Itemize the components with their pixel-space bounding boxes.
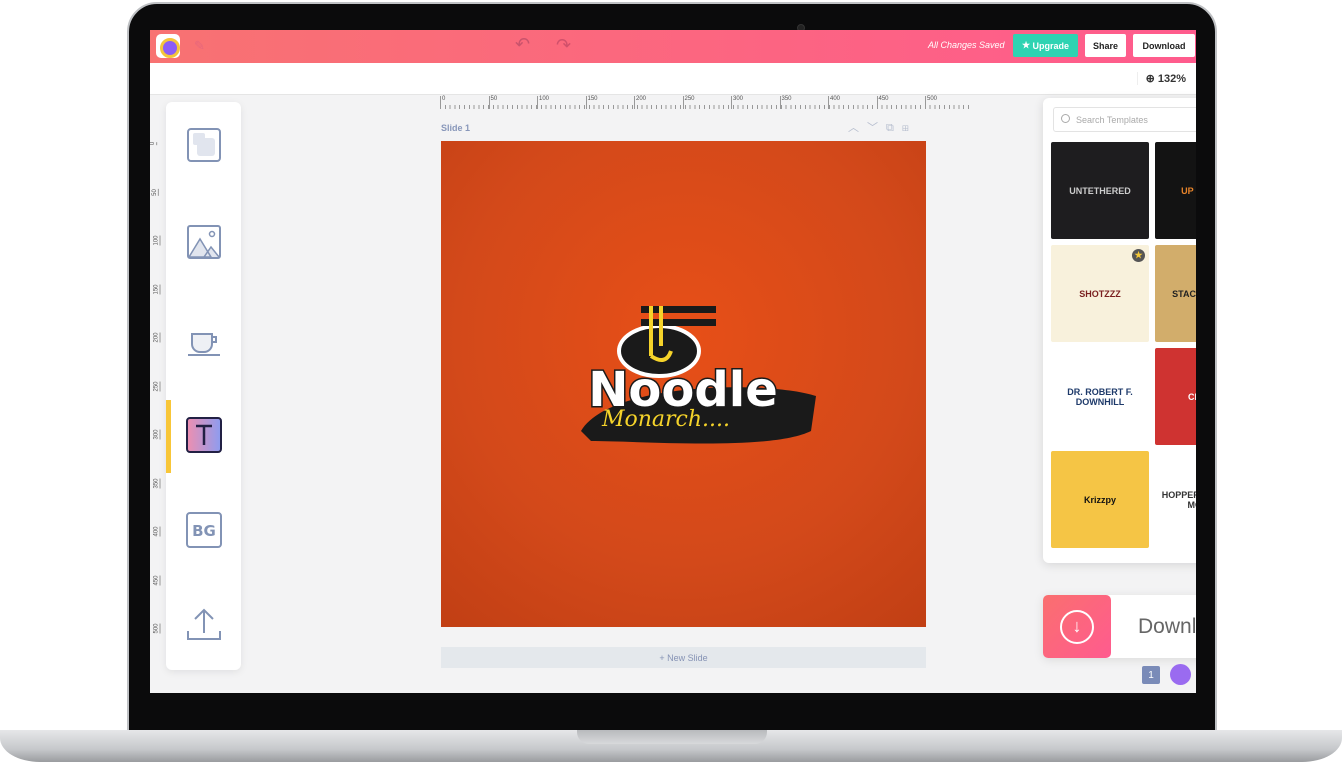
ruler-tick: 250 <box>682 96 695 109</box>
move-down-icon[interactable]: ﹀ <box>867 122 886 134</box>
template-thumbnail[interactable]: STACEY & KIM <box>1155 245 1196 342</box>
text-icon[interactable] <box>186 417 222 453</box>
template-name: SHOTZZZ <box>1079 288 1121 299</box>
upgrade-label: Upgrade <box>1032 40 1070 51</box>
upload-icon[interactable] <box>186 607 222 643</box>
move-up-icon[interactable]: ︿ <box>848 122 867 134</box>
logo-subtitle: Monarch.... <box>601 407 730 432</box>
undo-icon[interactable]: ↶ <box>515 34 530 55</box>
zoom-icon: ⊕ <box>1145 73 1158 85</box>
slide-controls: ︿﹀⧉⊞ <box>848 119 917 135</box>
ruler-tick: 400 <box>153 526 161 537</box>
share-button[interactable]: Share <box>1085 34 1126 57</box>
ruler-tick: 450 <box>153 574 161 586</box>
template-thumbnail[interactable]: CELOO <box>1155 348 1196 445</box>
ruler-tick: 150 <box>585 96 598 109</box>
ruler-tick: 350 <box>779 96 792 109</box>
download-card[interactable]: ↓ Download <box>1043 595 1196 658</box>
slide-canvas[interactable]: Noodle Monarch.... <box>441 141 926 627</box>
ruler-tick: 250 <box>153 380 161 392</box>
ruler-tick: 500 <box>153 623 161 634</box>
template-name: HOPPER | RAISER | MCGEE <box>1161 489 1196 510</box>
tool-sidebar: BG <box>166 102 241 670</box>
sub-toolbar: ⊕ 132% <box>150 63 1196 95</box>
template-name: UP WE GO <box>1181 185 1196 196</box>
ruler-tick: 450 <box>876 96 889 109</box>
template-thumbnail[interactable]: DR. ROBERT F. DOWNHILL <box>1051 348 1149 445</box>
template-name: Krizzpy <box>1083 494 1116 505</box>
redo-icon[interactable]: ↷ <box>556 35 571 56</box>
ruler-tick: 300 <box>153 429 161 440</box>
save-status: All Changes Saved <box>928 40 1005 50</box>
chat-icon[interactable] <box>1170 664 1191 685</box>
ruler-tick: 100 <box>537 96 549 109</box>
image-icon[interactable] <box>186 224 222 260</box>
star-icon: ★ <box>1021 40 1033 50</box>
noodle-monarch-logo[interactable]: Noodle Monarch.... <box>441 141 926 627</box>
ruler-tick: 200 <box>153 332 161 343</box>
upgrade-button[interactable]: ★ Upgrade <box>1013 34 1078 57</box>
template-name: UNTETHERED <box>1069 185 1131 196</box>
templates-panel: Search Templates UNTETHERED UP WE GO SHOTZ… <box>1043 98 1196 563</box>
active-tool-indicator <box>166 400 171 473</box>
zoom-level: 132% <box>1157 73 1186 85</box>
pencil-icon[interactable]: ✎ <box>194 38 205 54</box>
template-thumbnail[interactable]: Krizzpy <box>1051 451 1149 548</box>
duplicate-icon[interactable]: ⧉ <box>886 122 902 134</box>
download-button[interactable]: Download <box>1133 34 1195 57</box>
download-icon: ↓ <box>1043 595 1111 658</box>
ruler-tick: 200 <box>634 96 646 109</box>
ruler-tick: 0 <box>150 141 158 146</box>
ruler-tick: 50 <box>151 188 159 196</box>
search-templates-input[interactable]: Search Templates <box>1053 107 1196 132</box>
page-count-badge[interactable]: 1 <box>1142 666 1160 684</box>
top-bar: ✎ ↶ ↷ All Changes Saved ★ Upgrade Share … <box>150 30 1196 63</box>
search-placeholder: Search Templates <box>1076 115 1148 125</box>
ruler-tick: 50 <box>488 96 497 109</box>
search-icon <box>1061 114 1070 123</box>
vertical-ruler: 0 50 100 150 200 250 300 350 400 450 500 <box>150 130 166 670</box>
template-name: DR. ROBERT F. DOWNHILL <box>1067 386 1133 407</box>
ruler-tick: 500 <box>925 96 937 109</box>
new-slide-button[interactable]: + New Slide <box>441 647 926 668</box>
elements-icon[interactable] <box>186 127 222 163</box>
ruler-tick: 300 <box>731 96 743 109</box>
horizontal-ruler: 0 50 100 150 200 250 300 350 400 450 500 <box>440 95 970 109</box>
editor-screen: ✎ ↶ ↷ All Changes Saved ★ Upgrade Share … <box>150 30 1196 693</box>
template-name: CELOO <box>1187 391 1196 402</box>
ruler-tick: 400 <box>828 96 840 109</box>
template-name: STACEY & KIM <box>1172 288 1196 299</box>
premium-star-icon: ★ <box>1132 249 1145 262</box>
laptop-notch <box>577 730 767 744</box>
template-thumbnail[interactable]: HOPPER | RAISER | MCGEE <box>1155 451 1196 548</box>
add-slide-icon[interactable]: ⊞ <box>902 122 917 134</box>
ruler-tick: 100 <box>153 235 161 246</box>
ruler-tick: 0 <box>440 96 445 109</box>
background-icon[interactable]: BG <box>186 512 222 548</box>
ruler-tick: 350 <box>153 477 161 489</box>
app-logo[interactable] <box>156 34 180 58</box>
ruler-tick: 150 <box>153 283 161 295</box>
template-thumbnail[interactable]: UNTETHERED <box>1051 142 1149 239</box>
slide-label: Slide 1 <box>441 123 471 133</box>
download-card-label: Download <box>1138 615 1196 638</box>
background-label: BG <box>192 522 216 540</box>
template-thumbnail[interactable]: SHOTZZZ ★ <box>1051 245 1149 342</box>
template-thumbnail[interactable]: UP WE GO <box>1155 142 1196 239</box>
graphics-icon[interactable] <box>186 320 222 356</box>
zoom-control[interactable]: ⊕ 132% <box>1136 72 1186 85</box>
